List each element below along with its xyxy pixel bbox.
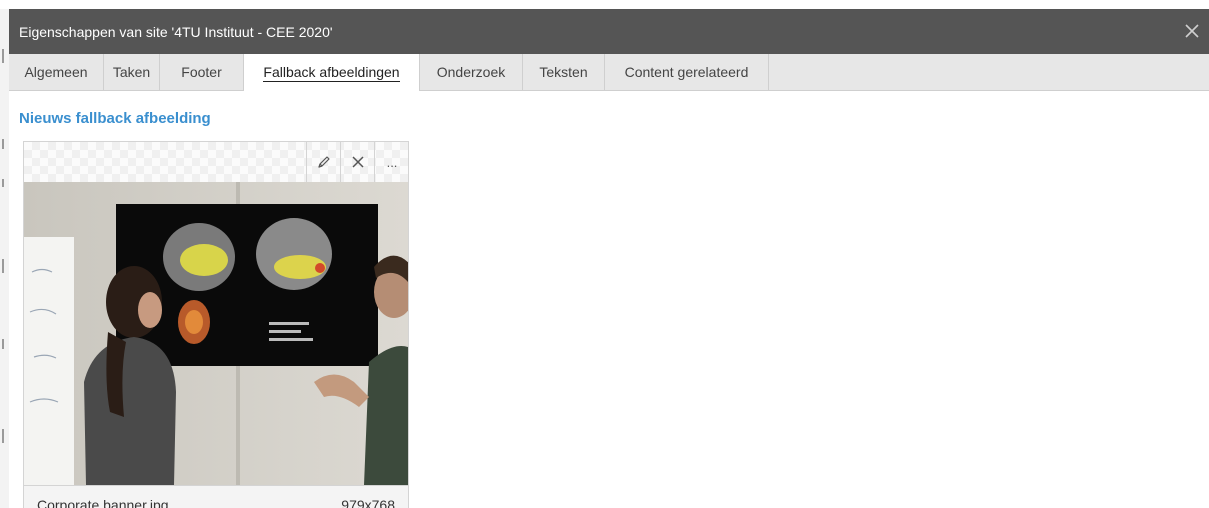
tab-label: Taken bbox=[112, 64, 151, 80]
dialog-title: Eigenschappen van site '4TU Instituut - … bbox=[19, 24, 333, 40]
ellipsis-icon: ... bbox=[386, 155, 398, 170]
tab-footer[interactable]: Footer bbox=[160, 54, 244, 90]
tab-taken[interactable]: Taken bbox=[104, 54, 160, 90]
image-card-toolbar: ... bbox=[24, 142, 408, 182]
section-title: Nieuws fallback afbeelding bbox=[19, 110, 211, 127]
image-file-name: Corporate banner.jpg bbox=[37, 497, 169, 508]
tab-onderzoek[interactable]: Onderzoek bbox=[420, 54, 523, 90]
tab-label: Fallback afbeeldingen bbox=[263, 63, 400, 82]
tab-fallback-afbeeldingen[interactable]: Fallback afbeeldingen bbox=[244, 54, 420, 91]
photo-illustration bbox=[24, 182, 408, 485]
dialog-titlebar: Eigenschappen van site '4TU Instituut - … bbox=[9, 9, 1209, 54]
close-icon bbox=[352, 156, 364, 168]
tab-content-gerelateerd[interactable]: Content gerelateerd bbox=[605, 54, 769, 90]
fallback-image-card: ... Corporate banner.jpg 979x768 bbox=[23, 141, 409, 508]
tab-label: Content gerelateerd bbox=[624, 64, 749, 80]
image-card-footer: Corporate banner.jpg 979x768 bbox=[24, 485, 408, 508]
tab-teksten[interactable]: Teksten bbox=[523, 54, 605, 90]
close-icon bbox=[1185, 24, 1199, 38]
image-dimensions: 979x768 bbox=[341, 497, 395, 508]
pencil-icon bbox=[318, 156, 330, 168]
tab-label: Teksten bbox=[539, 64, 588, 80]
tab-label: Algemeen bbox=[24, 64, 88, 80]
edit-image-button[interactable] bbox=[306, 142, 340, 182]
tab-algemeen[interactable]: Algemeen bbox=[9, 54, 104, 90]
dialog-close-button[interactable] bbox=[1177, 9, 1209, 54]
remove-image-button[interactable] bbox=[340, 142, 374, 182]
site-properties-dialog: Eigenschappen van site '4TU Instituut - … bbox=[9, 9, 1209, 508]
background-page-edge bbox=[0, 9, 9, 508]
backdrop bbox=[0, 0, 1209, 9]
tab-label: Onderzoek bbox=[436, 64, 506, 80]
more-options-button[interactable]: ... bbox=[374, 142, 408, 182]
fallback-image-preview[interactable] bbox=[24, 182, 408, 485]
tab-label: Footer bbox=[181, 64, 222, 80]
tab-bar: Algemeen Taken Footer Fallback afbeeldin… bbox=[9, 54, 1209, 91]
